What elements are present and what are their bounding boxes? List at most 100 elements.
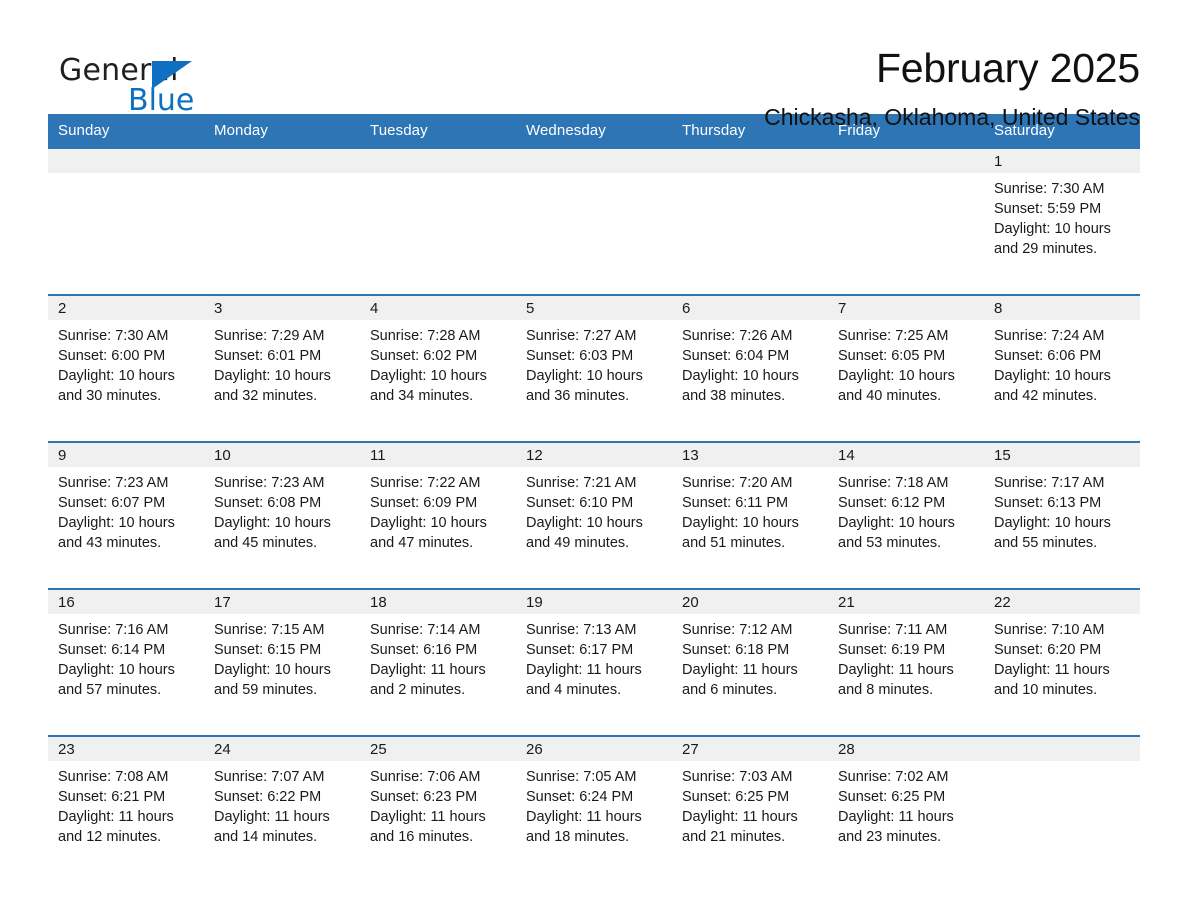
sunrise-time: Sunrise: 7:23 AM [214, 475, 325, 491]
day-details: Sunrise: 7:10 AM Sunset: 6:20 PM Daylight:… [984, 614, 1140, 700]
day-details: Sunrise: 7:29 AM Sunset: 6:01 PM Daylight:… [204, 320, 360, 406]
title-block: February 2025 Chickasha, Oklahoma, Unite… [764, 44, 1140, 132]
sunset-time: Sunset: 6:13 PM [994, 495, 1102, 511]
sunrise-time: Sunrise: 7:08 AM [58, 769, 169, 785]
daylight-duration-line2: and 16 minutes. [370, 829, 474, 845]
calendar-day-cell[interactable]: 12 Sunrise: 7:21 AM Sunset: 6:10 PM Dayligh… [516, 441, 672, 576]
calendar-day-cell[interactable]: 14 Sunrise: 7:18 AM Sunset: 6:12 PM Dayligh… [828, 441, 984, 576]
calendar-day-cell[interactable]: 4 Sunrise: 7:28 AM Sunset: 6:02 PM Daylight… [360, 294, 516, 429]
daylight-duration-line1: Daylight: 10 hours [838, 368, 955, 384]
location-subtitle: Chickasha, Oklahoma, United States [764, 103, 1140, 130]
sunset-time: Sunset: 6:23 PM [370, 789, 478, 805]
calendar-day-cell[interactable]: 19 Sunrise: 7:13 AM Sunset: 6:17 PM Dayligh… [516, 588, 672, 723]
day-number: 14 [828, 443, 984, 467]
sunset-time: Sunset: 6:09 PM [370, 495, 478, 511]
daylight-duration-line1: Daylight: 10 hours [214, 515, 331, 531]
weekday-header-wednesday: Wednesday [516, 114, 672, 148]
calendar-day-cell[interactable]: 13 Sunrise: 7:20 AM Sunset: 6:11 PM Dayligh… [672, 441, 828, 576]
day-number: 20 [672, 590, 828, 614]
calendar-day-cell[interactable]: 5 Sunrise: 7:27 AM Sunset: 6:03 PM Daylight… [516, 294, 672, 429]
day-number: 19 [516, 590, 672, 614]
day-number: 10 [204, 443, 360, 467]
day-details: Sunrise: 7:30 AM Sunset: 6:00 PM Daylight:… [48, 320, 204, 406]
calendar-day-cell[interactable]: 28 Sunrise: 7:02 AM Sunset: 6:25 PM Dayligh… [828, 735, 984, 870]
day-details: Sunrise: 7:18 AM Sunset: 6:12 PM Daylight:… [828, 467, 984, 553]
calendar-day-cell[interactable]: 27 Sunrise: 7:03 AM Sunset: 6:25 PM Dayligh… [672, 735, 828, 870]
sunset-time: Sunset: 6:25 PM [838, 789, 946, 805]
day-number: 13 [672, 443, 828, 467]
daylight-duration-line2: and 36 minutes. [526, 388, 630, 404]
week-spacer-cell [48, 429, 1140, 442]
day-number: 7 [828, 296, 984, 320]
calendar-day-cell[interactable]: 15 Sunrise: 7:17 AM Sunset: 6:13 PM Dayligh… [984, 441, 1140, 576]
sunset-time: Sunset: 6:12 PM [838, 495, 946, 511]
day-number: 28 [828, 737, 984, 761]
day-number: 22 [984, 590, 1140, 614]
sunrise-time: Sunrise: 7:25 AM [838, 328, 949, 344]
sunrise-time: Sunrise: 7:27 AM [526, 328, 637, 344]
sunrise-time: Sunrise: 7:30 AM [994, 181, 1105, 197]
daylight-duration-line1: Daylight: 11 hours [214, 809, 330, 825]
calendar-day-cell[interactable]: 16 Sunrise: 7:16 AM Sunset: 6:14 PM Dayligh… [48, 588, 204, 723]
calendar-day-cell[interactable]: 17 Sunrise: 7:15 AM Sunset: 6:15 PM Dayligh… [204, 588, 360, 723]
calendar-day-cell[interactable]: 3 Sunrise: 7:29 AM Sunset: 6:01 PM Daylight… [204, 294, 360, 429]
day-number [204, 149, 360, 173]
day-number: 3 [204, 296, 360, 320]
day-details: Sunrise: 7:23 AM Sunset: 6:08 PM Daylight:… [204, 467, 360, 553]
calendar-day-cell[interactable]: 7 Sunrise: 7:25 AM Sunset: 6:05 PM Daylight… [828, 294, 984, 429]
sunset-time: Sunset: 6:04 PM [682, 348, 790, 364]
week-spacer-cell [48, 723, 1140, 736]
daylight-duration-line2: and 18 minutes. [526, 829, 630, 845]
calendar-day-cell[interactable]: 22 Sunrise: 7:10 AM Sunset: 6:20 PM Dayligh… [984, 588, 1140, 723]
calendar-day-cell[interactable]: 9 Sunrise: 7:23 AM Sunset: 6:07 PM Daylight… [48, 441, 204, 576]
calendar-day-cell[interactable]: 20 Sunrise: 7:12 AM Sunset: 6:18 PM Dayligh… [672, 588, 828, 723]
calendar-day-cell[interactable]: 25 Sunrise: 7:06 AM Sunset: 6:23 PM Dayligh… [360, 735, 516, 870]
day-details: Sunrise: 7:23 AM Sunset: 6:07 PM Daylight:… [48, 467, 204, 553]
calendar-day-cell[interactable]: 11 Sunrise: 7:22 AM Sunset: 6:09 PM Dayligh… [360, 441, 516, 576]
sunrise-time: Sunrise: 7:13 AM [526, 622, 637, 638]
day-number: 4 [360, 296, 516, 320]
daylight-duration-line1: Daylight: 11 hours [58, 809, 174, 825]
calendar-day-cell[interactable]: 10 Sunrise: 7:23 AM Sunset: 6:08 PM Dayligh… [204, 441, 360, 576]
calendar-day-cell[interactable]: 1 Sunrise: 7:30 AM Sunset: 5:59 PM Daylight… [984, 147, 1140, 282]
day-number: 21 [828, 590, 984, 614]
calendar-day-cell[interactable]: 21 Sunrise: 7:11 AM Sunset: 6:19 PM Dayligh… [828, 588, 984, 723]
calendar-day-cell[interactable]: 6 Sunrise: 7:26 AM Sunset: 6:04 PM Daylight… [672, 294, 828, 429]
sunrise-time: Sunrise: 7:02 AM [838, 769, 949, 785]
sunset-time: Sunset: 6:21 PM [58, 789, 166, 805]
calendar-day-cell[interactable]: 23 Sunrise: 7:08 AM Sunset: 6:21 PM Dayligh… [48, 735, 204, 870]
daylight-duration-line1: Daylight: 10 hours [994, 221, 1111, 237]
daylight-duration-line1: Daylight: 11 hours [526, 662, 642, 678]
calendar-day-cell[interactable]: 26 Sunrise: 7:05 AM Sunset: 6:24 PM Dayligh… [516, 735, 672, 870]
page-header: General Blue February 2025 Chickasha, Ok… [48, 0, 1140, 130]
sunrise-time: Sunrise: 7:26 AM [682, 328, 793, 344]
sunset-time: Sunset: 6:20 PM [994, 642, 1102, 658]
sunrise-time: Sunrise: 7:12 AM [682, 622, 793, 638]
daylight-duration-line1: Daylight: 11 hours [370, 809, 486, 825]
sunset-time: Sunset: 5:59 PM [994, 201, 1102, 217]
general-blue-logo[interactable]: General Blue [48, 44, 248, 116]
sunrise-time: Sunrise: 7:20 AM [682, 475, 793, 491]
daylight-duration-line2: and 23 minutes. [838, 829, 942, 845]
calendar-day-cell[interactable]: 8 Sunrise: 7:24 AM Sunset: 6:06 PM Daylight… [984, 294, 1140, 429]
sunrise-time: Sunrise: 7:03 AM [682, 769, 793, 785]
sunrise-time: Sunrise: 7:11 AM [838, 622, 948, 638]
daylight-duration-line2: and 34 minutes. [370, 388, 474, 404]
sunset-time: Sunset: 6:25 PM [682, 789, 790, 805]
calendar-day-cell[interactable]: 24 Sunrise: 7:07 AM Sunset: 6:22 PM Dayligh… [204, 735, 360, 870]
week-spacer-cell [48, 282, 1140, 295]
calendar-week-row: 2 Sunrise: 7:30 AM Sunset: 6:00 PM Daylight… [48, 294, 1140, 429]
sunset-time: Sunset: 6:01 PM [214, 348, 322, 364]
daylight-duration-line1: Daylight: 10 hours [994, 368, 1111, 384]
sunset-time: Sunset: 6:18 PM [682, 642, 790, 658]
day-number: 9 [48, 443, 204, 467]
day-details: Sunrise: 7:08 AM Sunset: 6:21 PM Daylight:… [48, 761, 204, 847]
daylight-duration-line2: and 29 minutes. [994, 241, 1098, 257]
sunrise-time: Sunrise: 7:21 AM [526, 475, 637, 491]
daylight-duration-line1: Daylight: 10 hours [58, 368, 175, 384]
day-details: Sunrise: 7:17 AM Sunset: 6:13 PM Daylight:… [984, 467, 1140, 553]
daylight-duration-line1: Daylight: 10 hours [214, 662, 331, 678]
day-number [516, 149, 672, 173]
calendar-day-cell[interactable]: 18 Sunrise: 7:14 AM Sunset: 6:16 PM Dayligh… [360, 588, 516, 723]
calendar-day-cell[interactable]: 2 Sunrise: 7:30 AM Sunset: 6:00 PM Daylight… [48, 294, 204, 429]
